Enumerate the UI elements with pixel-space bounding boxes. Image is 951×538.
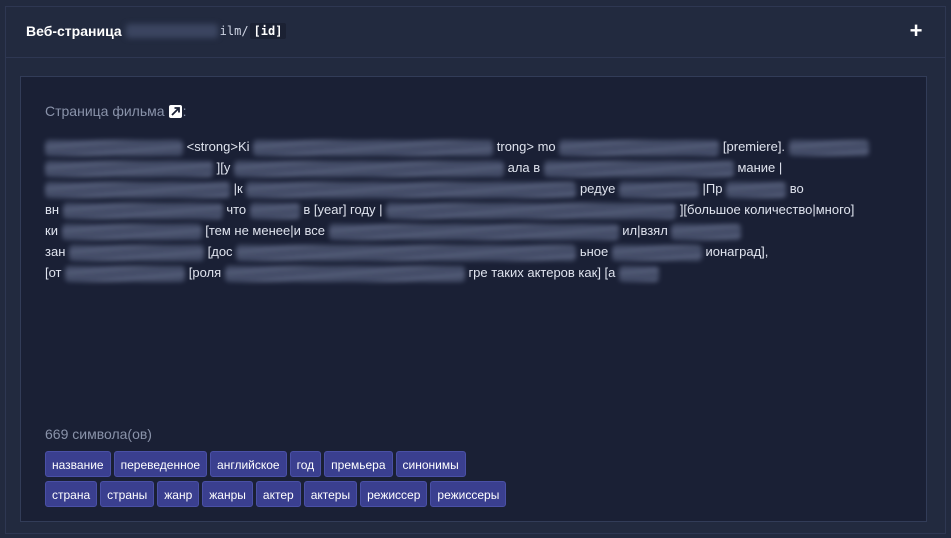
template-panel: Веб-страница ilm/ [id] + Страница фильма…: [5, 6, 946, 534]
text-fragment: зан: [45, 244, 66, 259]
template-line: зан [дос ьное ионаград],: [45, 241, 895, 262]
tag-row: название переведенное английское год премьер…: [45, 451, 905, 477]
variable-tag-button[interactable]: премьера: [324, 451, 393, 477]
template-line: ки [тем не менее|и все ил|взял: [45, 220, 895, 241]
text-fragment: ьное: [579, 244, 609, 259]
variable-tag-button[interactable]: режиссеры: [430, 481, 507, 507]
text-fragment: ил|взял: [622, 223, 668, 238]
variable-tag-button[interactable]: актер: [255, 481, 301, 507]
text-fragment: редуе: [579, 181, 616, 196]
variable-tag-button[interactable]: название: [45, 451, 111, 477]
expand-button[interactable]: +: [905, 20, 927, 42]
page-label: Страница фильма :: [45, 103, 186, 119]
template-line: <strong>Ki trong> mo [premiere].: [45, 136, 895, 157]
template-line: |к редуе |Пр во: [45, 178, 895, 199]
variable-tag-button[interactable]: режиссер: [360, 481, 428, 507]
label-colon: :: [182, 103, 187, 119]
text-fragment: мание |: [737, 160, 783, 175]
text-fragment: ][у: [216, 160, 231, 175]
text-fragment: |: [379, 202, 383, 217]
panel-header[interactable]: Веб-страница ilm/ [id] +: [6, 7, 945, 58]
text-fragment: |к: [233, 181, 243, 196]
text-fragment: [тем не менее|и все: [205, 223, 325, 238]
template-line: ][у ала в мание |: [45, 157, 895, 178]
variable-tag-button[interactable]: страна: [45, 481, 98, 507]
content-box: Страница фильма : <strong>Ki trong> mo […: [20, 76, 927, 522]
text-fragment: ала в: [507, 160, 541, 175]
text-fragment: ][большое количество|много]: [679, 202, 855, 217]
text-fragment: <strong>Ki: [186, 139, 250, 154]
text-fragment: вн: [45, 202, 60, 217]
variable-tag-button[interactable]: переведенное: [113, 451, 208, 477]
text-fragment: ионаград],: [705, 244, 769, 259]
template-text: <strong>Ki trong> mo [premiere]. ][у ала…: [45, 136, 895, 283]
variable-tags: название переведенное английское год премьер…: [45, 451, 905, 511]
text-fragment: [от: [45, 265, 62, 280]
variable-tag-button[interactable]: страны: [100, 481, 155, 507]
variable-tag-button[interactable]: актеры: [303, 481, 358, 507]
redacted-domain: [125, 24, 218, 38]
variable-tag-button[interactable]: жанры: [202, 481, 253, 507]
text-fragment: во: [789, 181, 804, 196]
page-label-text: Страница фильма: [45, 103, 165, 119]
text-fragment: [premiere].: [722, 139, 786, 154]
page-title: Веб-страница ilm/ [id]: [26, 23, 287, 39]
text-fragment: гре таких актеров как] [а: [468, 265, 616, 280]
template-line: вн что в [year] году | ][большое количес…: [45, 199, 895, 220]
text-fragment: |Пр: [702, 181, 723, 196]
text-fragment: что: [226, 202, 247, 217]
character-count: 669 символа(ов): [45, 426, 152, 442]
variable-tag-button[interactable]: год: [289, 451, 322, 477]
route-param: [id]: [249, 23, 287, 39]
template-line: [от [роля гре таких актеров как] [а: [45, 262, 895, 283]
text-fragment: [дос: [207, 244, 233, 259]
external-link-icon[interactable]: [168, 104, 182, 118]
text-fragment: [роля: [188, 265, 222, 280]
tag-row: страна страны жанр жанры актер актеры режиссер…: [45, 481, 905, 507]
text-fragment: trong> mo: [496, 139, 556, 154]
text-fragment: в [year] году: [303, 202, 376, 217]
variable-tag-button[interactable]: синонимы: [395, 451, 466, 477]
text-fragment: ки: [45, 223, 58, 238]
title-label: Веб-страница: [26, 23, 122, 39]
route-suffix: ilm/: [219, 24, 249, 38]
variable-tag-button[interactable]: жанр: [157, 481, 200, 507]
variable-tag-button[interactable]: английское: [210, 451, 287, 477]
